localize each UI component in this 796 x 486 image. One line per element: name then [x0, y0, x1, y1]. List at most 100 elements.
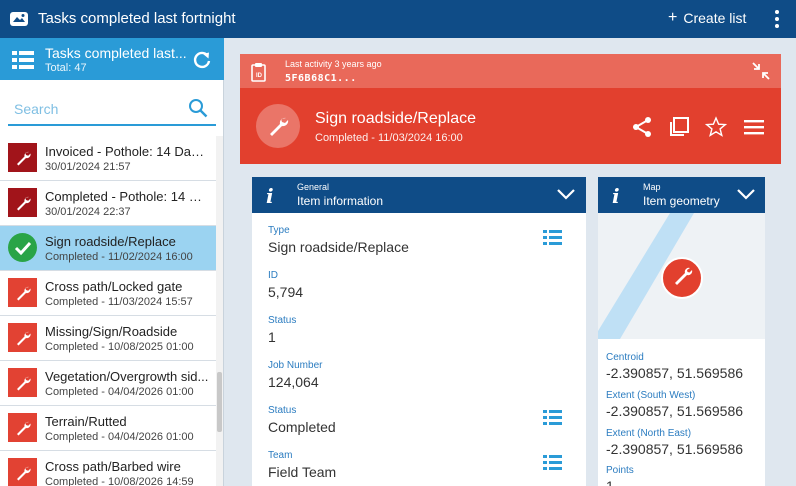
more-options-icon[interactable]	[770, 9, 784, 29]
field-value: -2.390857, 51.569586	[606, 441, 744, 457]
task-subtitle: Completed - 04/04/2026 01:00	[45, 386, 194, 398]
task-detail-panel: ID Last activity 3 years ago 5F6B68C1...…	[225, 38, 796, 486]
field-value: -2.390857, 51.569586	[606, 365, 744, 381]
field-label: Points	[606, 465, 634, 476]
last-activity-text: Last activity	[285, 59, 333, 69]
task-status-icon	[8, 368, 37, 397]
task-subtitle: 30/01/2024 22:37	[45, 206, 131, 218]
last-activity-time: 3 years ago	[334, 59, 382, 69]
app-logo-icon	[10, 12, 28, 26]
scrollbar-thumb[interactable]	[217, 372, 222, 432]
list-view-icon[interactable]	[543, 410, 562, 426]
task-status-icon	[8, 323, 37, 352]
field-value: 124,064	[268, 374, 319, 390]
task-list-panel: Tasks completed last... Total: 47 Search…	[0, 38, 224, 486]
collapse-icon[interactable]	[752, 62, 770, 80]
task-subtitle: Completed - 10/08/2025 01:00	[45, 341, 194, 353]
field-value: 1	[268, 329, 276, 345]
field-label: Status	[268, 405, 297, 416]
task-list-item[interactable]: Cross path/Barbed wire Completed - 10/08/…	[0, 451, 216, 486]
field-id: ID 5,794	[268, 270, 303, 300]
task-name: Sign roadside/Replace	[45, 234, 176, 249]
field-label: Extent (South West)	[606, 390, 696, 401]
general-card-label: General	[297, 182, 330, 192]
wrench-icon	[270, 117, 289, 136]
list-view-icon[interactable]	[543, 230, 562, 246]
copy-icon[interactable]	[668, 116, 690, 138]
refresh-icon[interactable]	[192, 50, 212, 70]
task-status-icon	[8, 458, 37, 486]
task-list-item[interactable]: Completed - Pothole: 14 Da... 30/01/2024 …	[0, 181, 216, 226]
task-status-icon	[8, 188, 37, 217]
task-list-item[interactable]: Missing/Sign/Roadside Completed - 10/08/2…	[0, 316, 216, 361]
task-subtitle: 30/01/2024 21:57	[45, 161, 131, 173]
map-view[interactable]	[598, 213, 765, 339]
plus-icon: +	[668, 9, 678, 26]
task-name: Invoiced - Pothole: 14 Day ...	[45, 144, 210, 159]
field-label: ID	[268, 270, 278, 281]
field-status: Status Completed	[268, 405, 336, 435]
task-list-item[interactable]: Vegetation/Overgrowth sid... Completed - …	[0, 361, 216, 406]
list-header: Tasks completed last... Total: 47	[0, 38, 224, 80]
general-card-header[interactable]: i General Item information	[252, 177, 586, 213]
general-card: i General Item information Type Sign road…	[252, 177, 586, 486]
map-card: i Map Item geometry Centroid -2.390857, 5…	[598, 177, 765, 486]
task-subtitle: Completed - 04/04/2026 01:00	[45, 431, 194, 443]
task-status-icon	[8, 233, 37, 262]
task-name: Missing/Sign/Roadside	[45, 324, 178, 339]
search-field[interactable]: Search	[8, 92, 216, 126]
task-name: Cross path/Locked gate	[45, 279, 183, 294]
chevron-down-icon[interactable]	[557, 188, 575, 200]
wrench-icon	[16, 286, 31, 300]
task-name: Terrain/Rutted	[45, 414, 127, 429]
list-scrollbar[interactable]	[216, 136, 223, 486]
field-label: Centroid	[606, 352, 644, 363]
search-icon[interactable]	[188, 98, 208, 118]
field-team: Team Field Team	[268, 450, 336, 480]
activity-code: 5F6B68C1...	[285, 73, 357, 84]
svg-text:ID: ID	[256, 73, 263, 79]
last-activity-bar: ID Last activity 3 years ago 5F6B68C1...	[240, 54, 781, 88]
geometry-field: Extent (South West) -2.390857, 51.569586	[606, 390, 743, 419]
field-label: Job Number	[268, 360, 323, 371]
field-value: Completed	[268, 419, 336, 435]
create-list-button[interactable]: + Create list	[668, 9, 747, 27]
general-card-title: Item information	[297, 194, 384, 208]
field-value: Sign roadside/Replace	[268, 239, 409, 255]
wrench-icon	[16, 151, 31, 165]
field-job-number: Job Number 124,064	[268, 360, 322, 390]
wrench-icon	[16, 421, 31, 435]
field-label: Extent (North East)	[606, 428, 692, 439]
geometry-field: Centroid -2.390857, 51.569586	[606, 352, 743, 381]
field-value: 1	[606, 478, 614, 486]
task-subtitle: Completed - 11/03/2024 16:00	[315, 132, 463, 144]
app-title: Tasks completed last fortnight	[38, 10, 236, 27]
map-card-header[interactable]: i Map Item geometry	[598, 177, 765, 213]
task-subtitle: Completed - 11/02/2024 16:00	[45, 251, 193, 263]
wrench-icon	[16, 376, 31, 390]
share-icon[interactable]	[631, 116, 653, 138]
list-total: Total: 47	[45, 62, 87, 74]
wrench-icon	[16, 196, 31, 210]
task-subtitle: Completed - 11/03/2024 15:57	[45, 296, 193, 308]
clipboard-id-icon: ID	[251, 63, 266, 82]
task-list-item[interactable]: Sign roadside/Replace Completed - 11/02/2…	[0, 226, 216, 271]
task-list-item[interactable]: Invoiced - Pothole: 14 Day ... 30/01/2024…	[0, 136, 216, 181]
task-title: Sign roadside/Replace	[315, 110, 476, 127]
task-name: Completed - Pothole: 14 Da...	[45, 189, 210, 204]
chevron-down-icon[interactable]	[737, 188, 755, 200]
map-card-title: Item geometry	[643, 194, 720, 208]
list-view-icon[interactable]	[543, 455, 562, 471]
star-icon[interactable]	[705, 116, 727, 138]
map-canvas[interactable]	[598, 213, 765, 339]
geometry-field: Extent (North East) -2.390857, 51.569586	[606, 428, 743, 457]
search-placeholder: Search	[14, 101, 59, 117]
create-list-label: Create list	[683, 10, 747, 26]
task-name: Cross path/Barbed wire	[45, 459, 181, 474]
task-status-icon	[8, 413, 37, 442]
task-list-item[interactable]: Terrain/Rutted Completed - 04/04/2026 01:…	[0, 406, 216, 451]
field-value: 5,794	[268, 284, 304, 300]
task-list-item[interactable]: Cross path/Locked gate Completed - 11/03/…	[0, 271, 216, 316]
menu-icon[interactable]	[743, 116, 765, 138]
map-card-label: Map	[643, 182, 661, 192]
